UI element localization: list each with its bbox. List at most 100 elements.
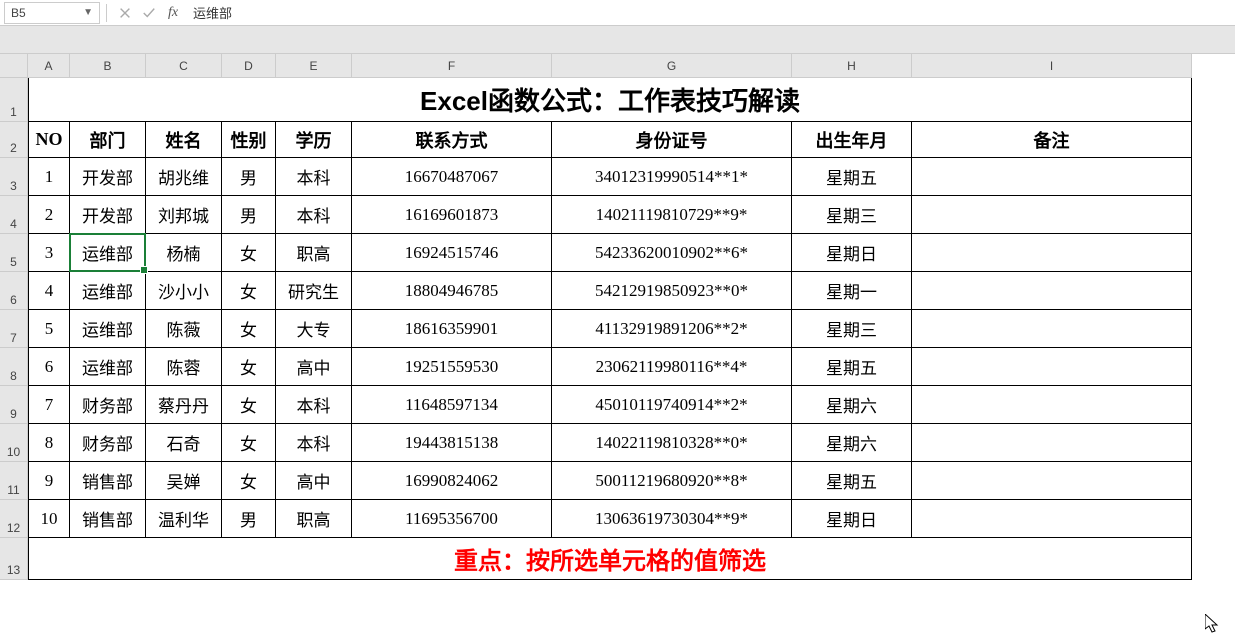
row-header-13[interactable]: 13 [0, 538, 28, 580]
confirm-icon[interactable] [137, 2, 161, 24]
row-header-2[interactable]: 2 [0, 122, 28, 158]
header-name[interactable]: 姓名 [146, 122, 222, 158]
table-cell[interactable]: 星期五 [792, 462, 912, 500]
table-cell[interactable]: 41132919891206**2* [552, 310, 792, 348]
table-cell[interactable]: 星期日 [792, 500, 912, 538]
table-cell[interactable]: 54233620010902**6* [552, 234, 792, 272]
table-cell[interactable]: 16169601873 [352, 196, 552, 234]
col-header-F[interactable]: F [352, 54, 552, 78]
table-cell[interactable]: 星期三 [792, 196, 912, 234]
table-cell[interactable] [912, 500, 1192, 538]
formula-input[interactable] [185, 2, 1231, 24]
table-cell[interactable]: 星期三 [792, 310, 912, 348]
col-header-H[interactable]: H [792, 54, 912, 78]
header-gender[interactable]: 性别 [222, 122, 276, 158]
table-cell[interactable]: 男 [222, 158, 276, 196]
table-cell[interactable]: 13063619730304**9* [552, 500, 792, 538]
col-header-G[interactable]: G [552, 54, 792, 78]
row-header-3[interactable]: 3 [0, 158, 28, 196]
spreadsheet-grid[interactable]: A B C D E F G H I 1 Excel函数公式：工作表技巧解读 2 … [0, 54, 1235, 580]
table-cell[interactable]: 9 [28, 462, 70, 500]
table-cell[interactable]: 蔡丹丹 [146, 386, 222, 424]
row-header-11[interactable]: 11 [0, 462, 28, 500]
table-cell[interactable]: 女 [222, 424, 276, 462]
table-cell[interactable]: 职高 [276, 234, 352, 272]
table-cell[interactable]: 5 [28, 310, 70, 348]
table-cell[interactable]: 销售部 [70, 500, 146, 538]
table-cell[interactable]: 45010119740914**2* [552, 386, 792, 424]
table-cell[interactable]: 18804946785 [352, 272, 552, 310]
table-cell[interactable]: 开发部 [70, 196, 146, 234]
name-box[interactable]: B5 ▼ [4, 2, 100, 24]
header-phone[interactable]: 联系方式 [352, 122, 552, 158]
table-cell[interactable]: 胡兆维 [146, 158, 222, 196]
table-cell[interactable]: 8 [28, 424, 70, 462]
table-cell[interactable] [912, 234, 1192, 272]
table-cell[interactable]: 星期五 [792, 158, 912, 196]
col-header-E[interactable]: E [276, 54, 352, 78]
table-cell[interactable]: 16990824062 [352, 462, 552, 500]
table-cell[interactable]: 星期一 [792, 272, 912, 310]
table-cell[interactable] [912, 462, 1192, 500]
table-cell[interactable]: 职高 [276, 500, 352, 538]
table-cell[interactable]: 11648597134 [352, 386, 552, 424]
table-cell[interactable] [912, 424, 1192, 462]
title-cell[interactable]: Excel函数公式：工作表技巧解读 [28, 78, 1192, 122]
table-cell[interactable]: 女 [222, 310, 276, 348]
fx-icon[interactable]: fx [161, 2, 185, 24]
col-header-C[interactable]: C [146, 54, 222, 78]
table-cell[interactable]: 星期日 [792, 234, 912, 272]
table-cell[interactable]: 7 [28, 386, 70, 424]
col-header-A[interactable]: A [28, 54, 70, 78]
table-cell[interactable]: 财务部 [70, 424, 146, 462]
table-cell[interactable]: 4 [28, 272, 70, 310]
table-cell[interactable] [912, 386, 1192, 424]
header-dob[interactable]: 出生年月 [792, 122, 912, 158]
table-cell[interactable]: 23062119980116**4* [552, 348, 792, 386]
table-cell[interactable]: 研究生 [276, 272, 352, 310]
table-cell[interactable]: 温利华 [146, 500, 222, 538]
table-cell[interactable]: 本科 [276, 158, 352, 196]
table-cell[interactable]: 11695356700 [352, 500, 552, 538]
table-cell[interactable]: 财务部 [70, 386, 146, 424]
row-header-6[interactable]: 6 [0, 272, 28, 310]
table-cell[interactable]: 14021119810729**9* [552, 196, 792, 234]
table-cell[interactable]: 女 [222, 272, 276, 310]
table-cell[interactable]: 运维部 [70, 272, 146, 310]
table-cell[interactable]: 2 [28, 196, 70, 234]
table-cell[interactable]: 石奇 [146, 424, 222, 462]
row-header-1[interactable]: 1 [0, 78, 28, 122]
table-cell[interactable]: 女 [222, 348, 276, 386]
table-cell[interactable]: 50011219680920**8* [552, 462, 792, 500]
table-cell[interactable]: 18616359901 [352, 310, 552, 348]
table-cell[interactable]: 54212919850923**0* [552, 272, 792, 310]
chevron-down-icon[interactable]: ▼ [83, 7, 93, 18]
table-cell[interactable] [912, 196, 1192, 234]
row-header-7[interactable]: 7 [0, 310, 28, 348]
select-all-corner[interactable] [0, 54, 28, 78]
table-cell[interactable] [912, 272, 1192, 310]
table-cell[interactable]: 吴婵 [146, 462, 222, 500]
table-cell[interactable]: 3 [28, 234, 70, 272]
header-dept[interactable]: 部门 [70, 122, 146, 158]
header-note[interactable]: 备注 [912, 122, 1192, 158]
table-cell[interactable] [912, 310, 1192, 348]
col-header-I[interactable]: I [912, 54, 1192, 78]
table-cell[interactable]: 16670487067 [352, 158, 552, 196]
table-cell[interactable]: 男 [222, 196, 276, 234]
table-cell[interactable]: 本科 [276, 386, 352, 424]
table-cell[interactable]: 女 [222, 386, 276, 424]
col-header-B[interactable]: B [70, 54, 146, 78]
table-cell[interactable]: 男 [222, 500, 276, 538]
table-cell[interactable]: 19443815138 [352, 424, 552, 462]
table-cell[interactable]: 10 [28, 500, 70, 538]
cancel-icon[interactable] [113, 2, 137, 24]
table-cell[interactable]: 陈蓉 [146, 348, 222, 386]
table-cell[interactable]: 本科 [276, 196, 352, 234]
table-cell[interactable]: 大专 [276, 310, 352, 348]
table-cell[interactable]: 本科 [276, 424, 352, 462]
cell-B5-selected[interactable]: 运维部 [70, 234, 146, 272]
table-cell[interactable]: 1 [28, 158, 70, 196]
table-cell[interactable] [912, 348, 1192, 386]
table-cell[interactable]: 星期五 [792, 348, 912, 386]
